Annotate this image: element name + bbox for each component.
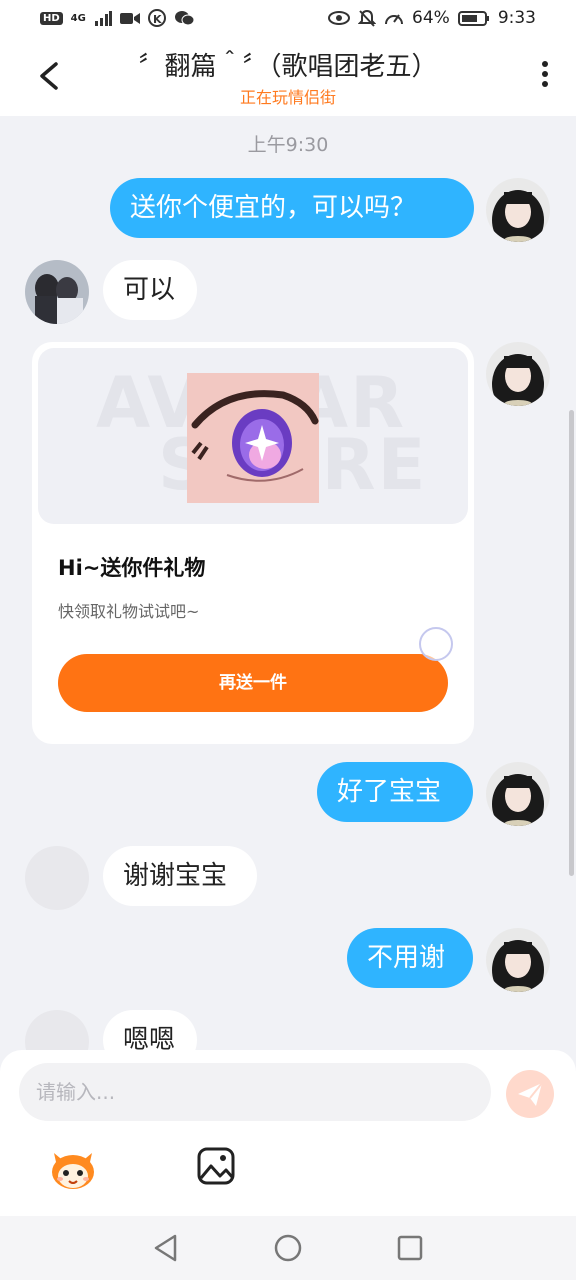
couple-photo-avatar-icon bbox=[25, 260, 89, 324]
message-timestamp: 上午9:30 bbox=[247, 134, 329, 156]
gift-card[interactable]: AVATAR STORE Hi~送你件礼物 快领取礼物试试吧~ 再送一件 bbox=[32, 342, 474, 744]
my-avatar[interactable] bbox=[486, 178, 550, 242]
status-bar: HD 4G K 64% 9:33 bbox=[0, 0, 576, 38]
more-dot-icon bbox=[542, 81, 548, 87]
my-avatar[interactable] bbox=[486, 928, 550, 992]
paper-plane-icon bbox=[518, 1082, 543, 1106]
incoming-message[interactable]: 可以 bbox=[103, 260, 197, 320]
svg-text:K: K bbox=[153, 13, 162, 26]
mute-icon bbox=[358, 9, 377, 27]
scrollbar[interactable] bbox=[569, 410, 574, 876]
speed-icon bbox=[385, 14, 404, 25]
contact-status: 正在玩情侣街 bbox=[239, 88, 336, 107]
my-avatar[interactable] bbox=[486, 342, 550, 406]
outgoing-message[interactable]: 不用谢 bbox=[347, 928, 473, 988]
anime-eye-icon bbox=[191, 390, 319, 482]
my-avatar[interactable] bbox=[486, 762, 550, 826]
send-button[interactable] bbox=[506, 1070, 554, 1118]
incoming-message[interactable]: 谢谢宝宝 bbox=[103, 846, 257, 906]
nav-home-button[interactable] bbox=[272, 1232, 304, 1264]
nav-back-button[interactable] bbox=[150, 1232, 182, 1264]
girl-avatar-icon bbox=[486, 928, 550, 992]
girl-avatar-icon bbox=[486, 762, 550, 826]
k-app-icon: K bbox=[147, 9, 166, 27]
nav-recents-button[interactable] bbox=[394, 1232, 426, 1264]
image-picker-button[interactable] bbox=[196, 1146, 236, 1186]
girl-avatar-icon bbox=[486, 178, 550, 242]
message-list[interactable]: 上午9:30 送你个便宜的，可以吗？ 可以 AVATAR STORE bbox=[0, 116, 576, 1052]
more-dot-icon bbox=[542, 71, 548, 77]
more-dot-icon bbox=[542, 61, 548, 67]
gift-image-area: AVATAR STORE bbox=[38, 348, 468, 524]
status-right: 64% 9:33 bbox=[328, 8, 536, 28]
fox-mascot-icon bbox=[52, 1153, 94, 1189]
system-nav-bar bbox=[0, 1216, 576, 1280]
video-icon bbox=[119, 13, 140, 24]
more-options-button[interactable] bbox=[536, 58, 554, 94]
chevron-left-icon bbox=[40, 62, 58, 90]
back-button[interactable] bbox=[30, 54, 70, 98]
battery-icon bbox=[457, 11, 489, 26]
contact-avatar[interactable] bbox=[25, 260, 89, 324]
signal-icon bbox=[94, 11, 112, 26]
hd-badge: HD bbox=[40, 11, 63, 25]
eye-icon bbox=[328, 11, 351, 25]
outgoing-message[interactable]: 好了宝宝 bbox=[317, 762, 473, 822]
contact-avatar-placeholder[interactable] bbox=[25, 1010, 89, 1052]
gift-card-title: Hi~送你件礼物 bbox=[58, 556, 206, 580]
outgoing-message[interactable]: 送你个便宜的，可以吗？ bbox=[110, 178, 474, 238]
battery-percent: 64% bbox=[412, 8, 450, 28]
sticker-mascot-button[interactable] bbox=[48, 1145, 98, 1191]
input-panel: 请输入... bbox=[0, 1050, 576, 1216]
back-triangle-icon bbox=[154, 1234, 177, 1262]
gift-card-description: 快领取礼物试试吧~ bbox=[58, 602, 200, 621]
incoming-message[interactable]: 嗯嗯 bbox=[103, 1010, 197, 1052]
loading-indicator bbox=[419, 627, 453, 661]
wechat-icon bbox=[174, 11, 194, 26]
contact-name: 〞翻篇＾〞（歌唱团老五） bbox=[138, 52, 438, 82]
clock: 9:33 bbox=[497, 8, 536, 28]
gift-thumbnail bbox=[187, 373, 319, 503]
send-another-gift-button[interactable]: 再送一件 bbox=[58, 654, 448, 712]
recents-square-icon bbox=[397, 1235, 423, 1261]
girl-avatar-icon bbox=[486, 342, 550, 406]
chat-header: 〞翻篇＾〞（歌唱团老五） 正在玩情侣街 bbox=[0, 38, 576, 116]
network-type: 4G bbox=[70, 12, 86, 24]
home-circle-icon bbox=[274, 1234, 302, 1262]
message-input[interactable]: 请输入... bbox=[19, 1063, 491, 1121]
image-icon bbox=[197, 1147, 235, 1185]
contact-avatar-placeholder[interactable] bbox=[25, 846, 89, 910]
status-left: HD 4G K bbox=[40, 9, 194, 27]
